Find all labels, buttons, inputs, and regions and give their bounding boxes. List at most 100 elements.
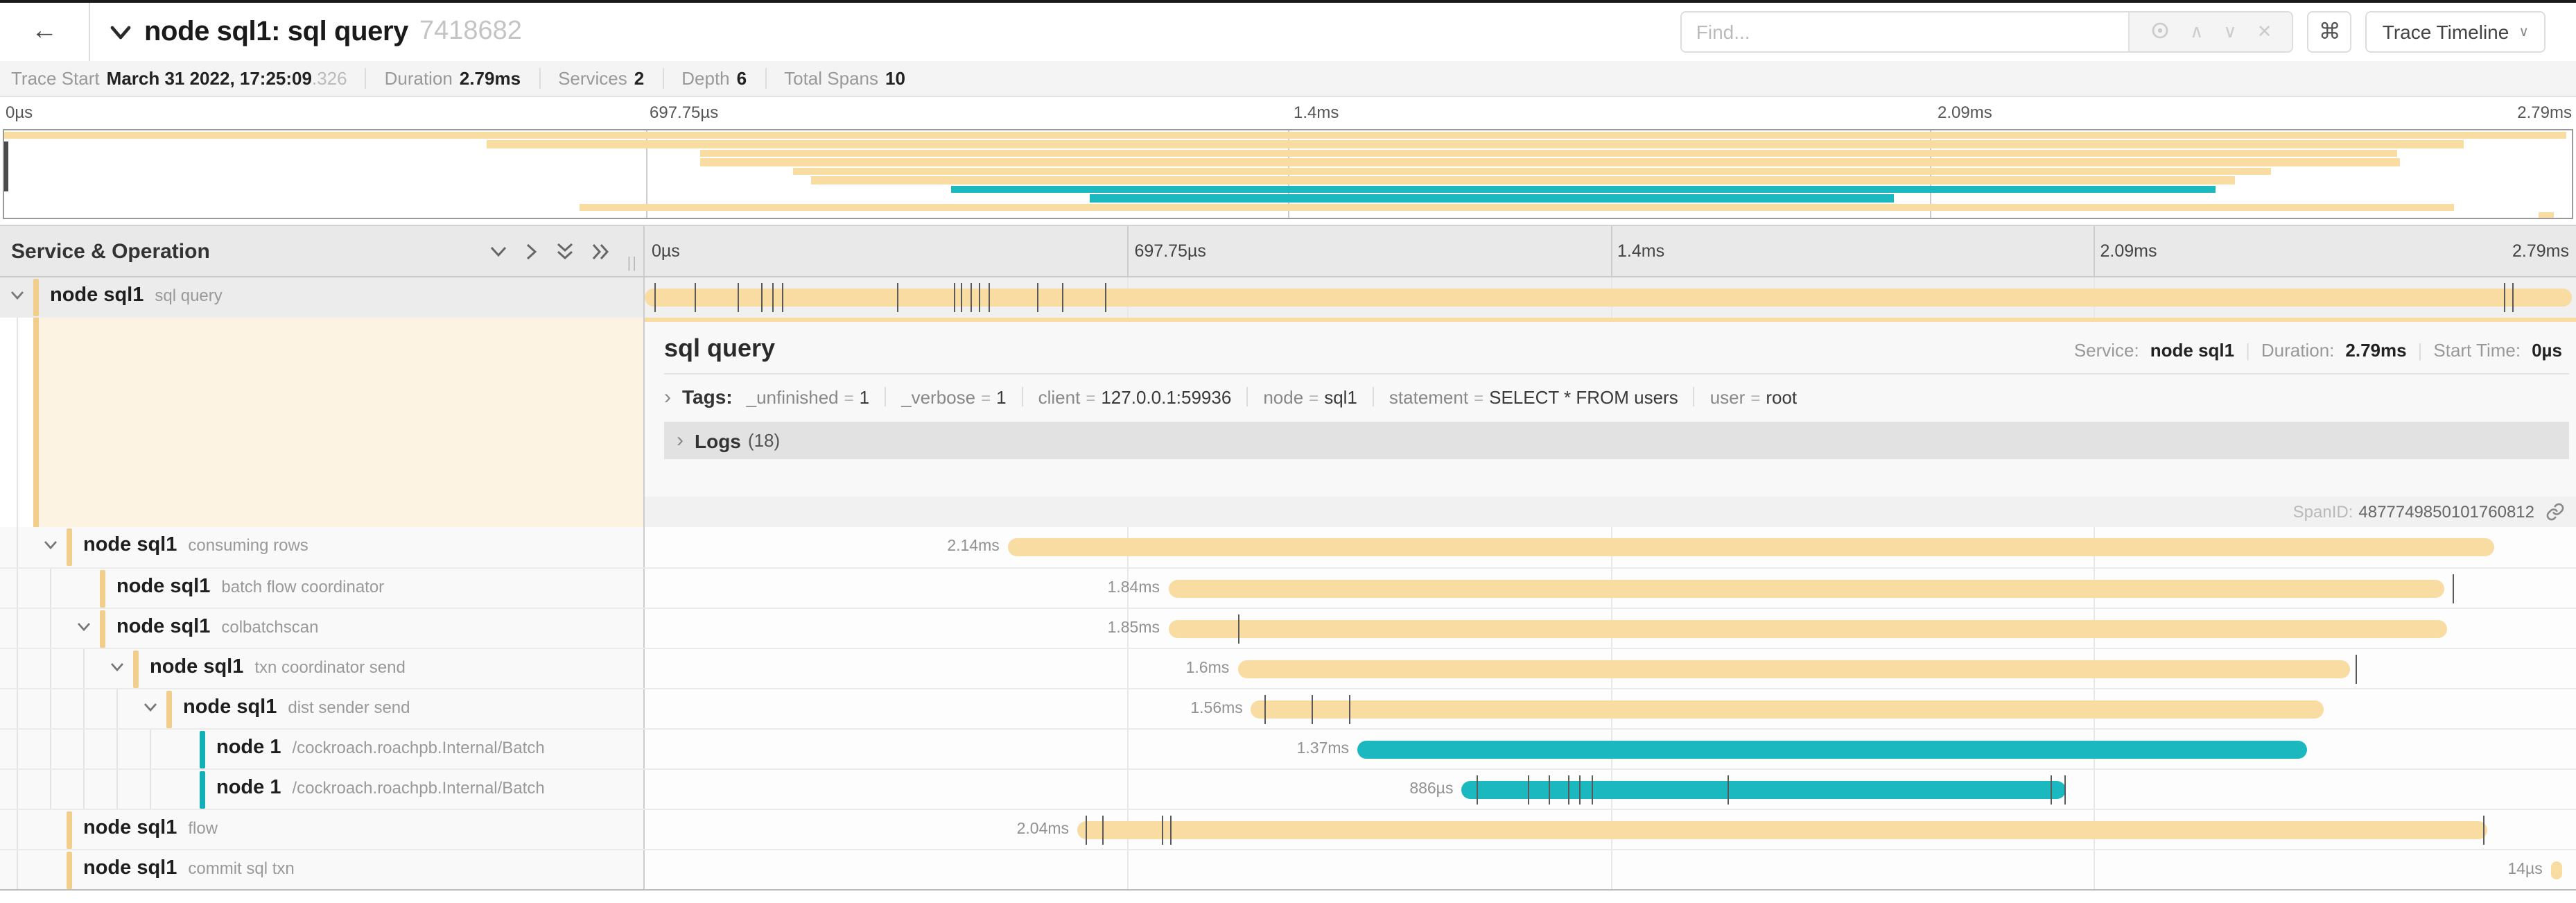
span-id-row: SpanID: 4877749850101760812 <box>645 497 2576 527</box>
minimap-span-row <box>4 148 2572 157</box>
span-color-chip <box>100 570 105 608</box>
span-row[interactable]: node sql1commit sql txn14µs <box>0 849 2576 889</box>
tag-item[interactable]: statement=SELECT * FROM users <box>1389 386 1678 407</box>
locate-icon[interactable] <box>2150 20 2170 44</box>
span-bar[interactable] <box>1168 620 2446 638</box>
tag-item[interactable]: node=sql1 <box>1263 386 1357 407</box>
log-marker-tick <box>1237 614 1239 644</box>
trace-id: 7418682 <box>419 17 522 47</box>
tag-item[interactable]: _unfinished=1 <box>747 386 870 407</box>
span-timeline-cell[interactable]: 1.84ms <box>645 569 2576 608</box>
log-marker-tick <box>1568 775 1569 805</box>
back-button[interactable]: ← <box>0 3 90 61</box>
span-bar[interactable] <box>1168 580 2445 598</box>
span-bar[interactable] <box>1461 781 2066 799</box>
span-timeline-cell[interactable]: 2.04ms <box>645 810 2576 849</box>
span-timeline-cell[interactable]: 1.85ms <box>645 609 2576 648</box>
span-tree-item[interactable]: node sql1colbatchscan <box>0 609 645 648</box>
span-tree-item[interactable]: node sql1dist sender send <box>0 689 645 728</box>
span-timeline-cell[interactable]: 886µs <box>645 770 2576 809</box>
expand-one-icon[interactable] <box>526 242 539 260</box>
minimap-scrubber-left[interactable] <box>4 141 8 191</box>
span-timeline-cell[interactable] <box>645 277 2576 318</box>
find-next-icon[interactable]: ∨ <box>2223 21 2236 43</box>
tree-chevron-down-icon[interactable] <box>110 662 125 673</box>
find-clear-icon[interactable]: ✕ <box>2257 21 2272 43</box>
span-bar[interactable] <box>2551 861 2563 879</box>
span-tree-item[interactable]: node sql1consuming rows <box>0 527 645 567</box>
column-resize-handle[interactable]: || <box>627 255 643 276</box>
tag-item[interactable]: _verbose=1 <box>901 386 1006 407</box>
span-color-chip <box>67 852 72 889</box>
expand-all-icon[interactable] <box>593 242 611 260</box>
span-timeline-cell[interactable]: 1.37ms <box>645 730 2576 768</box>
span-service-name: node sql1txn coordinator send <box>150 656 406 678</box>
span-tree-item[interactable]: node sql1sql query <box>0 277 645 318</box>
meta-value: 2.79ms <box>460 68 521 89</box>
span-color-chip <box>133 651 139 688</box>
span-duration-label: 1.85ms <box>1108 620 1160 637</box>
indent-guide <box>116 689 118 728</box>
tag-key: _verbose <box>901 386 975 407</box>
minimap-span-bar <box>700 158 2400 166</box>
span-timeline-cell[interactable]: 2.14ms <box>645 527 2576 567</box>
tag-item[interactable]: user=root <box>1710 386 1797 407</box>
span-bar[interactable] <box>1251 700 2323 719</box>
span-bar[interactable] <box>1077 821 2487 839</box>
span-timeline-cell[interactable]: 1.6ms <box>645 649 2576 688</box>
tree-chevron-down-icon[interactable] <box>43 540 58 551</box>
minimap-canvas[interactable] <box>3 129 2573 219</box>
indent-guide <box>116 730 118 768</box>
span-row[interactable]: node sql1consuming rows2.14ms <box>0 527 2576 567</box>
tree-chevron-down-icon[interactable] <box>76 621 92 633</box>
header-actions: ∧ ∨ ✕ ⌘ Trace Timeline ∨ <box>1681 11 2576 53</box>
span-bar[interactable] <box>1008 538 2495 556</box>
span-tree-item[interactable]: node sql1commit sql txn <box>0 850 645 889</box>
span-duration-label: 1.6ms <box>1186 660 1230 677</box>
keyboard-shortcuts-button[interactable]: ⌘ <box>2308 11 2352 53</box>
log-marker-tick <box>782 283 783 312</box>
span-tree-item[interactable]: node 1/cockroach.roachpb.Internal/Batch <box>0 730 645 768</box>
tags-accordion[interactable]: › Tags: _unfinished=1_verbose=1client=12… <box>645 375 2576 416</box>
span-row[interactable]: node 1/cockroach.roachpb.Internal/Batch 8… <box>0 768 2576 809</box>
minimap-span-bar <box>580 203 2454 211</box>
span-tree-item[interactable]: node sql1txn coordinator send <box>0 649 645 688</box>
span-bar[interactable] <box>645 289 2572 307</box>
minimap-span-row <box>4 212 2572 219</box>
collapse-one-icon[interactable] <box>490 245 508 257</box>
logs-accordion[interactable]: › Logs (18) <box>664 422 2569 459</box>
view-selector-button[interactable]: Trace Timeline ∨ <box>2366 11 2545 53</box>
span-row[interactable]: node sql1colbatchscan 1.85ms <box>0 608 2576 648</box>
tree-chevron-down-icon[interactable] <box>143 702 158 713</box>
minimap-tick-label: 1.4ms <box>1294 103 1339 122</box>
tree-chevron-down-icon[interactable] <box>10 290 25 301</box>
minimap-span-row <box>4 175 2572 184</box>
span-timeline-cell[interactable]: 1.56ms <box>645 689 2576 728</box>
tag-value: 1 <box>996 386 1006 407</box>
link-icon[interactable] <box>2545 502 2565 522</box>
span-row[interactable]: node sql1flow2.04ms <box>0 809 2576 849</box>
span-color-chip <box>200 731 205 768</box>
span-timeline-cell[interactable]: 14µs <box>645 850 2576 889</box>
span-tree-item[interactable]: node 1/cockroach.roachpb.Internal/Batch <box>0 770 645 809</box>
span-row[interactable]: node sql1batch flow coordinator1.84ms <box>0 567 2576 608</box>
log-marker-tick <box>1163 816 1164 845</box>
span-bar[interactable] <box>1237 660 2350 678</box>
span-row[interactable]: node sql1dist sender send1.56ms <box>0 688 2576 728</box>
timeline-grid-line <box>1128 649 1129 688</box>
find-input[interactable] <box>1682 12 2129 51</box>
span-row[interactable]: node sql1sql query <box>0 277 2576 318</box>
span-tree-item[interactable]: node sql1batch flow coordinator <box>0 569 645 608</box>
log-marker-tick <box>1579 775 1581 805</box>
span-tree-item[interactable]: node sql1flow <box>0 810 645 849</box>
span-operation-name: consuming rows <box>188 535 308 555</box>
collapse-all-icon[interactable] <box>557 242 575 260</box>
span-duration-label: 886µs <box>1409 781 1453 798</box>
span-row[interactable]: node 1/cockroach.roachpb.Internal/Batch1… <box>0 728 2576 768</box>
span-bar[interactable] <box>1357 741 2308 759</box>
span-operation-name: sql query <box>155 286 222 305</box>
find-prev-icon[interactable]: ∧ <box>2190 21 2203 43</box>
tag-item[interactable]: client=127.0.0.1:59936 <box>1038 386 1232 407</box>
collapse-trace-chevron-icon[interactable] <box>110 24 132 40</box>
span-row[interactable]: node sql1txn coordinator send 1.6ms <box>0 648 2576 688</box>
